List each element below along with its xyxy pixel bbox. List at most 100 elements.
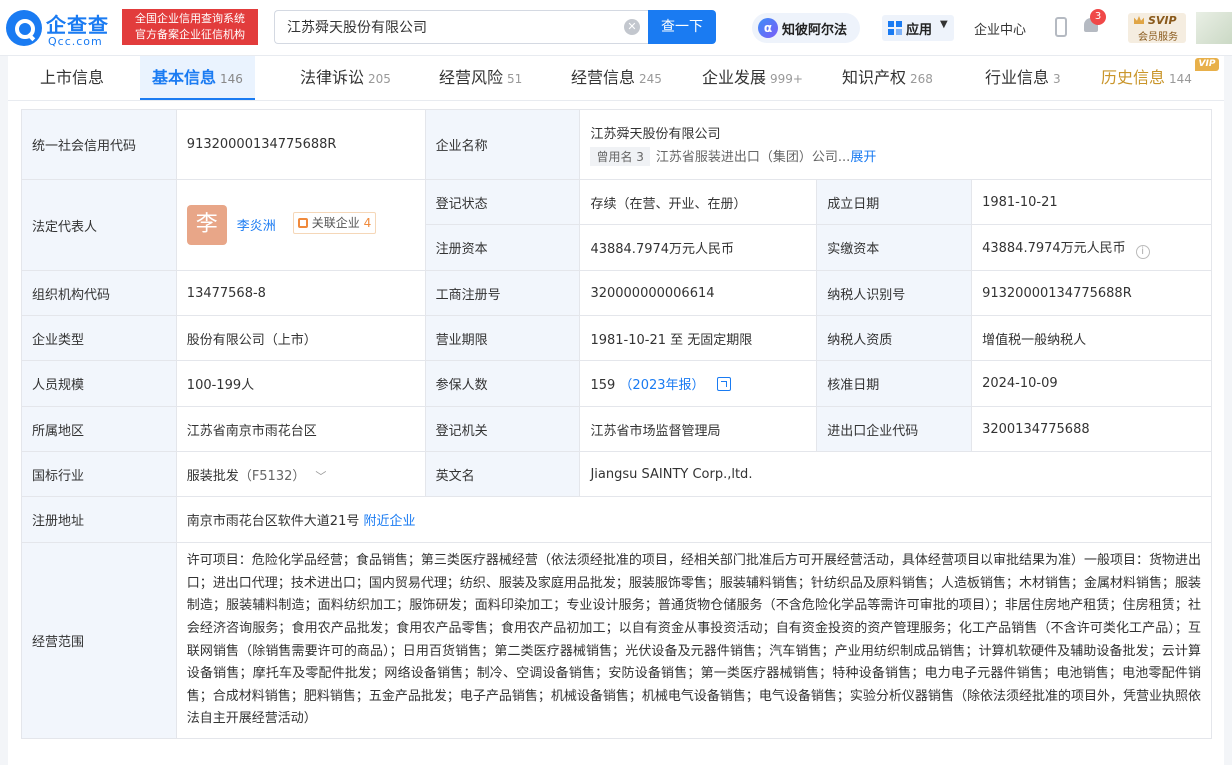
trend-icon[interactable]: [716, 377, 731, 391]
industry-cell[interactable]: 服装批发（F5132） ﹀: [175, 451, 426, 497]
crown-icon: [1134, 16, 1144, 24]
approved-date-value: 2024-10-09: [971, 360, 1212, 407]
english-name-value: Jiangsu SAINTY Corp.,ltd.: [579, 451, 1212, 497]
app-menu[interactable]: 应用 ▼: [882, 15, 954, 41]
tab-basic-info[interactable]: 基本信息 146: [140, 56, 255, 100]
paid-capital-label: 实缴资本: [816, 224, 973, 271]
tab-litigation[interactable]: 法律诉讼 205: [300, 56, 391, 100]
region-label: 所属地区: [21, 406, 177, 452]
insured-value: 159: [590, 378, 616, 393]
search-button[interactable]: 查一下: [648, 10, 716, 44]
tab-industry[interactable]: 行业信息 3: [985, 56, 1061, 100]
paid-capital-value: 43884.7974万元人民币: [982, 240, 1126, 256]
reg-capital-value: 43884.7974万元人民币: [579, 224, 818, 271]
enterprise-center-link[interactable]: 企业中心: [974, 19, 1026, 38]
company-name-label: 企业名称: [424, 109, 581, 180]
english-name-label: 英文名: [424, 451, 581, 497]
grid-icon: [888, 21, 902, 35]
legal-rep-name-link[interactable]: 李炎洲: [237, 215, 276, 234]
basic-info-panel: 统一社会信用代码 91320000134775688R 企业名称 江苏舜天股份有…: [8, 101, 1224, 765]
nearby-companies-link[interactable]: 附近企业: [363, 514, 415, 529]
staff-size-value: 100-199人: [175, 360, 426, 407]
staff-size-label: 人员规模: [21, 360, 177, 407]
credit-code-value: 91320000134775688R: [175, 109, 426, 180]
industry-label: 国标行业: [21, 451, 177, 497]
taxpayer-id-value: 91320000134775688R: [971, 270, 1212, 316]
qcc-logo[interactable]: 企查查 Qcc.com: [6, 8, 120, 48]
reg-authority-label: 登记机关: [424, 406, 581, 452]
founded-label: 成立日期: [816, 179, 973, 225]
biz-reg-no-label: 工商注册号: [424, 270, 581, 316]
address-cell: 南京市雨花台区软件大道21号 附近企业: [175, 496, 1213, 543]
slogan-badge: 全国企业信用查询系统 官方备案企业征信机构: [122, 9, 258, 45]
legal-rep-cell: 李 李炎洲 关联企业 4: [175, 179, 426, 271]
taxpayer-qual-label: 纳税人资质: [816, 315, 973, 361]
basic-info-table: 统一社会信用代码 91320000134775688R 企业名称 江苏舜天股份有…: [21, 109, 1213, 739]
region-value: 江苏省南京市雨花台区: [175, 406, 426, 452]
reg-authority-value: 江苏省市场监督管理局: [579, 406, 818, 452]
tab-business-risk[interactable]: 经营风险 51: [439, 56, 522, 100]
credit-code-label: 统一社会信用代码: [21, 109, 177, 180]
former-name-value: 江苏省服装进出口（集团）公司...: [655, 150, 851, 165]
logo-text: 企查查: [46, 13, 109, 37]
tab-history[interactable]: 历史信息 144: [1101, 56, 1192, 100]
address-value: 南京市雨花台区软件大道21号: [186, 514, 360, 529]
biz-term-value: 1981-10-21 至 无固定期限: [579, 315, 818, 361]
chevron-down-icon[interactable]: ﹀: [315, 468, 326, 484]
svip-title: SVIP: [1148, 14, 1177, 27]
org-code-label: 组织机构代码: [21, 270, 177, 316]
tab-ip[interactable]: 知识产权 268: [842, 56, 933, 100]
company-name-value: 江苏舜天股份有限公司: [590, 127, 721, 142]
user-avatar[interactable]: [1196, 12, 1232, 44]
paid-capital-cell: 43884.7974万元人民币 i: [971, 224, 1212, 271]
company-type-value: 股份有限公司（上市）: [175, 315, 426, 361]
former-name-expand-link[interactable]: 展开: [850, 150, 876, 165]
section-tabs: 上市信息 基本信息 146 法律诉讼 205 经营风险 51 经营信息 245 企业发展…: [8, 56, 1224, 101]
ie-code-value: 3200134775688: [971, 406, 1212, 452]
ie-code-label: 进出口企业代码: [816, 406, 973, 452]
link-icon: [297, 218, 308, 228]
legal-rep-avatar[interactable]: 李: [186, 205, 227, 245]
company-name-cell: 江苏舜天股份有限公司 曾用名 3 江苏省服装进出口（集团）公司...展开: [579, 109, 1212, 180]
scope-label: 经营范围: [21, 542, 177, 739]
zhibi-alpha-button[interactable]: α 知彼阿尔法: [752, 13, 860, 43]
address-label: 注册地址: [21, 496, 177, 543]
logo-search-icon: [6, 10, 42, 46]
tab-development[interactable]: 企业发展 999+: [702, 56, 803, 100]
approved-date-label: 核准日期: [816, 360, 973, 407]
insured-cell: 159 （2023年报）: [579, 360, 818, 407]
svip-button[interactable]: SVIP 会员服务: [1128, 13, 1186, 43]
biz-term-label: 营业期限: [424, 315, 581, 361]
search-box: ✕: [274, 10, 648, 44]
app-label: 应用: [906, 23, 933, 38]
tab-operations[interactable]: 经营信息 245: [571, 56, 662, 100]
org-code-value: 13477568-8: [175, 270, 426, 316]
clear-icon[interactable]: ✕: [624, 19, 640, 35]
taxpayer-id-label: 纳税人识别号: [816, 270, 973, 316]
industry-value: 服装批发: [186, 468, 239, 484]
alpha-icon: α: [758, 18, 778, 38]
logo-domain: Qcc.com: [48, 35, 103, 48]
related-companies-tag[interactable]: 关联企业 4: [292, 212, 377, 234]
company-type-label: 企业类型: [21, 315, 177, 361]
svip-subtitle: 会员服务: [1138, 32, 1178, 43]
tab-listing[interactable]: 上市信息: [40, 56, 108, 100]
business-scope-value: 许可项目：危险化学品经营；食品销售；第三类医疗器械经营（依法须经批准的项目，经相…: [175, 542, 1213, 739]
top-header: 企查查 Qcc.com 全国企业信用查询系统 官方备案企业征信机构 ✕ 查一下 …: [0, 0, 1232, 56]
founded-value: 1981-10-21: [971, 179, 1212, 225]
info-icon[interactable]: i: [1135, 244, 1150, 259]
slogan-line-1: 全国企业信用查询系统: [135, 12, 245, 25]
search-input[interactable]: [287, 11, 617, 43]
phone-icon[interactable]: [1055, 17, 1067, 37]
chevron-down-icon: ▼: [940, 19, 948, 30]
vip-tag: VIP: [1195, 58, 1219, 71]
taxpayer-qual-value: 增值税一般纳税人: [971, 315, 1212, 361]
former-name-pill: 曾用名 3: [590, 147, 650, 166]
reg-capital-label: 注册资本: [424, 224, 581, 271]
industry-code: （F5132）: [238, 468, 306, 484]
zhibi-label: 知彼阿尔法: [782, 23, 848, 38]
biz-reg-no-value: 320000000006614: [579, 270, 818, 316]
reg-status-value: 存续（在营、开业、在册）: [579, 179, 818, 225]
legal-rep-label: 法定代表人: [21, 179, 177, 271]
annual-report-link[interactable]: （2023年报）: [619, 378, 704, 393]
